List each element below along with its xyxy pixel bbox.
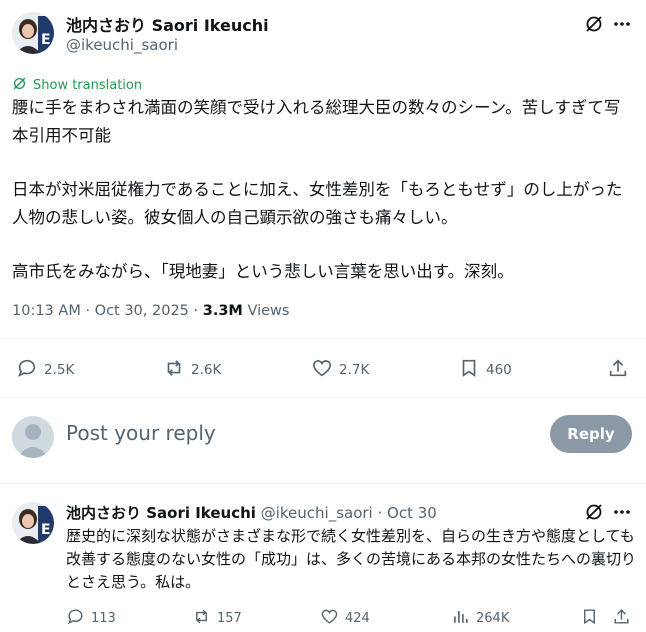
show-translation-link[interactable]: Show translation [12,76,142,95]
heart-icon [311,357,333,383]
avatar[interactable]: E [12,12,54,54]
bookmark-icon [458,357,480,383]
reply-submit-button[interactable]: Reply [550,415,632,453]
like-button[interactable]: 2.7K [311,357,369,383]
show-translation-label: Show translation [33,78,143,93]
more-options-icon[interactable] [612,14,632,34]
reply-count: 2.5K [44,362,75,378]
divider [0,397,646,398]
translate-icon [12,76,27,95]
reply-button[interactable]: 113 [66,607,116,630]
reply-date[interactable]: Oct 30 [387,504,437,522]
share-button[interactable] [607,357,629,383]
repost-count: 157 [217,611,242,626]
divider [0,483,646,484]
share-icon [612,607,631,630]
user-avatar-placeholder [12,416,54,458]
analytics-icon [451,607,470,630]
tweet-date[interactable]: Oct 30, 2025 [95,303,189,319]
tweet-paragraph: 高市氏をみながら、「現地妻」という悲しい言葉を思い出す。深刻。 [12,262,514,281]
author-name[interactable]: 池内さおり Saori Ikeuchi [66,12,269,36]
tweet-paragraph: 日本が対米屈従権力であることに加え、女性差別を「もろともせず」のし上がった人物の… [12,180,623,227]
reply-icon [16,357,38,383]
tweet-paragraph: 腰に手をまわされ満面の笑顔で受け入れる総理大臣の数々のシーン。苦しすぎて写本引用… [12,98,621,145]
reply-author-name[interactable]: 池内さおり Saori Ikeuchi [66,504,256,522]
repost-icon [192,607,211,630]
views-button[interactable]: 264K [451,607,509,630]
bookmark-count: 460 [486,362,512,378]
reply-header: 池内さおり Saori Ikeuchi @ikeuchi_saori · Oct… [66,502,437,523]
svg-text:E: E [41,32,51,48]
grok-icon[interactable] [584,14,604,34]
divider [0,338,646,339]
reply-button[interactable]: 2.5K [16,357,74,383]
reply-author-handle[interactable]: @ikeuchi_saori [261,504,373,522]
views-count: 264K [476,611,510,626]
reply-input[interactable]: Post your reply [66,421,216,445]
repost-button[interactable]: 157 [192,607,242,630]
meta-separator: · [377,504,388,522]
meta-separator: · [193,303,203,319]
heart-icon [320,607,339,630]
repost-button[interactable]: 2.6K [163,357,221,383]
views-label: Views [247,303,290,319]
share-icon [607,357,629,383]
reply-author-avatar[interactable]: E [12,502,54,544]
reply-body: 歴史的に深刻な状態がさまざまな形で続く女性差別を、自らの生き方や態度としても改善… [66,527,637,591]
tweet-time[interactable]: 10:13 AM [12,303,81,319]
repost-count: 2.6K [191,362,222,378]
reply-count: 113 [91,611,116,626]
repost-icon [163,357,185,383]
share-button[interactable] [612,607,631,630]
meta-separator: · [85,303,95,319]
views-count: 3.3M [202,303,243,319]
like-button[interactable]: 424 [320,607,370,630]
more-options-icon[interactable] [612,502,632,522]
tweet-meta: 10:13 AM · Oct 30, 2025 · 3.3M Views [12,303,289,319]
bookmark-button[interactable]: 460 [458,357,512,383]
author-handle[interactable]: @ikeuchi_saori [66,36,178,54]
reply-icon [66,607,85,630]
tweet-body: 腰に手をまわされ満面の笑顔で受け入れる総理大臣の数々のシーン。苦しすぎて写本引用… [12,94,632,286]
like-count: 424 [345,611,370,626]
bookmark-button[interactable] [580,607,599,630]
like-count: 2.7K [339,362,370,378]
bookmark-icon [580,607,599,630]
svg-text:E: E [41,522,51,538]
grok-icon[interactable] [584,502,604,522]
